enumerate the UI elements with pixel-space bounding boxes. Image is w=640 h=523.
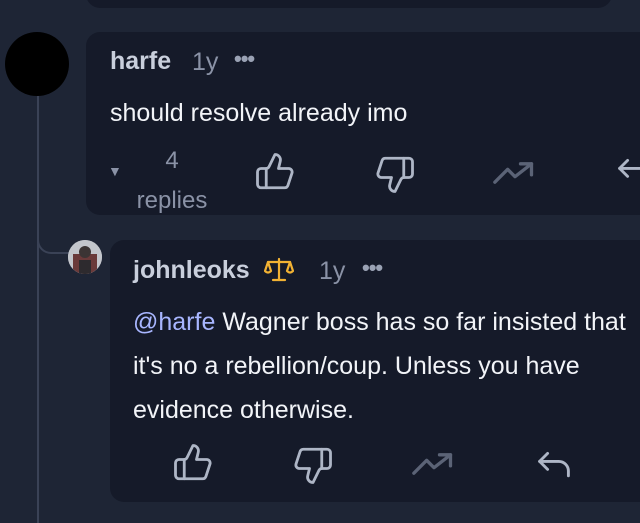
comment-age: 1y — [192, 48, 219, 76]
avatar-johnleoks[interactable] — [68, 240, 102, 274]
thread-line — [37, 96, 39, 523]
thumbs-down-icon[interactable] — [374, 152, 416, 196]
thumbs-up-icon[interactable] — [172, 441, 214, 485]
user-mention-link[interactable]: @harfe — [133, 308, 215, 336]
reply-arrow-icon[interactable] — [614, 154, 640, 186]
replies-label: replies — [136, 187, 208, 214]
replies-toggle-button[interactable]: 4 replies — [128, 141, 216, 221]
previous-comment-card — [86, 0, 612, 8]
more-options-button[interactable]: ••• — [234, 46, 255, 72]
reply-branch-line — [37, 212, 71, 254]
replies-count: 4 — [165, 147, 179, 174]
avatar-harfe[interactable] — [5, 32, 69, 96]
thumbs-down-icon[interactable] — [292, 443, 334, 487]
caret-down-icon[interactable]: ▼ — [108, 163, 122, 179]
more-options-button[interactable]: ••• — [362, 255, 383, 281]
comment-username[interactable]: johnleoks — [133, 256, 250, 285]
trending-up-icon[interactable] — [493, 160, 537, 186]
reply-arrow-icon[interactable] — [534, 447, 574, 479]
comment-username[interactable]: harfe — [110, 47, 171, 76]
comment-text: should resolve already imo — [110, 99, 408, 127]
thumbs-up-icon[interactable] — [254, 150, 296, 194]
trending-up-icon[interactable] — [412, 451, 456, 477]
comment-thread: harfe 1y ••• should resolve already imo … — [0, 0, 640, 523]
comment-age: 1y — [319, 257, 346, 285]
comment-text: @harfe Wagner boss has so far insisted t… — [133, 300, 633, 432]
scales-icon — [263, 256, 295, 284]
